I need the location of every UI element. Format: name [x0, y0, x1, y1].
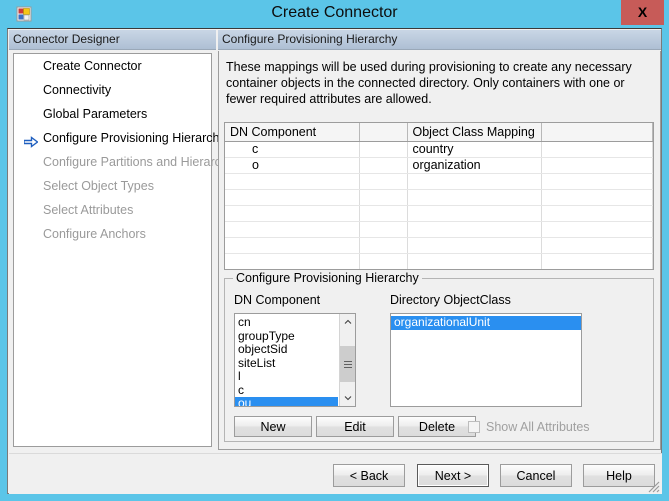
sidebar-item-create-connector[interactable]: Create Connector: [14, 54, 211, 78]
table-row-empty[interactable]: [225, 205, 653, 222]
resize-grip-icon[interactable]: [646, 479, 660, 493]
table-body: c country o organization: [225, 141, 653, 270]
sidebar-item-configure-provisioning-hierarchy[interactable]: Configure Provisioning Hierarchy: [14, 126, 226, 150]
sidebar-item-configure-partitions-and-hierarchies[interactable]: Configure Partitions and Hierarchies: [14, 150, 244, 174]
directory-objectclass-listbox[interactable]: organizationalUnit: [390, 313, 582, 407]
table-row[interactable]: o organization: [225, 157, 653, 174]
table-header-row: DN Component Object Class Mapping: [225, 123, 653, 142]
scrollbar-thumb[interactable]: [340, 346, 355, 382]
column-header-dn-component[interactable]: DN Component: [225, 123, 360, 142]
list-item-selected[interactable]: ou: [235, 396, 338, 406]
list-item[interactable]: cn: [235, 315, 338, 330]
list-item[interactable]: l: [235, 369, 338, 384]
sidebar-item-connectivity[interactable]: Connectivity: [14, 78, 211, 102]
current-step-arrow-icon: [23, 132, 39, 148]
sidebar-item-label: Connectivity: [43, 83, 112, 97]
column-header-extra[interactable]: [541, 123, 653, 142]
cell-dn-component: c: [225, 141, 360, 158]
main-panel-body: These mappings will be used during provi…: [218, 51, 661, 450]
sidebar-header: Connector Designer: [9, 30, 216, 50]
sidebar-item-label: Create Connector: [43, 59, 142, 73]
sidebar-item-label: Select Attributes: [43, 203, 134, 217]
configure-provisioning-hierarchy-groupbox: Configure Provisioning Hierarchy DN Comp…: [224, 271, 654, 442]
cell-dn-component: o: [225, 157, 360, 174]
cancel-button[interactable]: Cancel: [500, 464, 572, 487]
dialog-footer: < Back Next > Cancel Help: [9, 453, 662, 494]
groupbox-legend: Configure Provisioning Hierarchy: [233, 271, 422, 285]
window-title: Create Connector: [271, 4, 398, 21]
cell-extra: [541, 141, 653, 158]
sidebar-item-configure-anchors[interactable]: Configure Anchors: [14, 222, 211, 246]
close-icon[interactable]: X: [621, 0, 664, 25]
sidebar-nav-list: Create Connector Connectivity Global Par…: [13, 53, 244, 447]
provisioning-hierarchy-grid[interactable]: DN Component Object Class Mapping c coun…: [224, 122, 654, 270]
cell-object-class-mapping: country: [407, 141, 542, 158]
scrollbar-grip-icon: [344, 359, 352, 370]
table-row-empty[interactable]: [225, 189, 653, 206]
table-row-empty[interactable]: [225, 253, 653, 269]
sidebar-item-select-attributes[interactable]: Select Attributes: [14, 198, 211, 222]
dn-component-listbox[interactable]: cn groupType objectSid siteList l c ou: [234, 313, 356, 407]
dialog-client-area: Connector Designer Create Connector Conn…: [7, 28, 662, 494]
next-button[interactable]: Next >: [417, 464, 489, 487]
table-row-empty[interactable]: [225, 269, 653, 270]
table-row-empty[interactable]: [225, 237, 653, 254]
directory-objectclass-label: Directory ObjectClass: [390, 293, 511, 307]
sidebar-item-label: Global Parameters: [43, 107, 148, 121]
new-button[interactable]: New: [234, 416, 312, 437]
main-panel-header: Configure Provisioning Hierarchy: [218, 30, 661, 50]
sidebar-item-select-object-types[interactable]: Select Object Types: [14, 174, 211, 198]
checkbox-label: Show All Attributes: [486, 420, 590, 434]
list-item[interactable]: c: [235, 383, 338, 398]
edit-button[interactable]: Edit: [316, 416, 394, 437]
show-all-attributes-checkbox[interactable]: Show All Attributes: [468, 420, 590, 434]
scroll-down-icon[interactable]: [340, 390, 355, 406]
cell-blank: [359, 157, 408, 174]
main-panel: Configure Provisioning Hierarchy These m…: [218, 30, 661, 451]
description-text: These mappings will be used during provi…: [226, 60, 632, 106]
create-connector-window: Create Connector X Connector Designer Cr…: [0, 0, 669, 501]
cell-extra: [541, 157, 653, 174]
dn-component-label: DN Component: [234, 293, 321, 307]
dn-component-scrollbar[interactable]: [339, 314, 355, 406]
list-item[interactable]: groupType: [235, 329, 338, 344]
sidebar-item-global-parameters[interactable]: Global Parameters: [14, 102, 211, 126]
checkbox-box-icon[interactable]: [468, 421, 480, 433]
title-bar: Create Connector X: [0, 0, 669, 28]
list-item[interactable]: objectSid: [235, 342, 338, 357]
back-button[interactable]: < Back: [333, 464, 405, 487]
column-header-blank[interactable]: [359, 123, 408, 142]
sidebar-item-label: Configure Partitions and Hierarchies: [43, 155, 244, 169]
table-row[interactable]: c country: [225, 141, 653, 158]
column-header-object-class-mapping[interactable]: Object Class Mapping: [407, 123, 542, 142]
list-item-selected[interactable]: organizationalUnit: [391, 315, 581, 330]
sidebar-item-label: Configure Provisioning Hierarchy: [43, 131, 226, 145]
sidebar-item-label: Configure Anchors: [43, 227, 146, 241]
sidebar-item-label: Select Object Types: [43, 179, 154, 193]
scroll-up-icon[interactable]: [340, 314, 355, 330]
help-button[interactable]: Help: [583, 464, 655, 487]
table-row-empty[interactable]: [225, 173, 653, 190]
table-row-empty[interactable]: [225, 221, 653, 238]
cell-blank: [359, 141, 408, 158]
list-item[interactable]: siteList: [235, 356, 338, 371]
delete-button[interactable]: Delete: [398, 416, 476, 437]
sidebar: Connector Designer Create Connector Conn…: [9, 30, 244, 451]
cell-object-class-mapping: organization: [407, 157, 542, 174]
